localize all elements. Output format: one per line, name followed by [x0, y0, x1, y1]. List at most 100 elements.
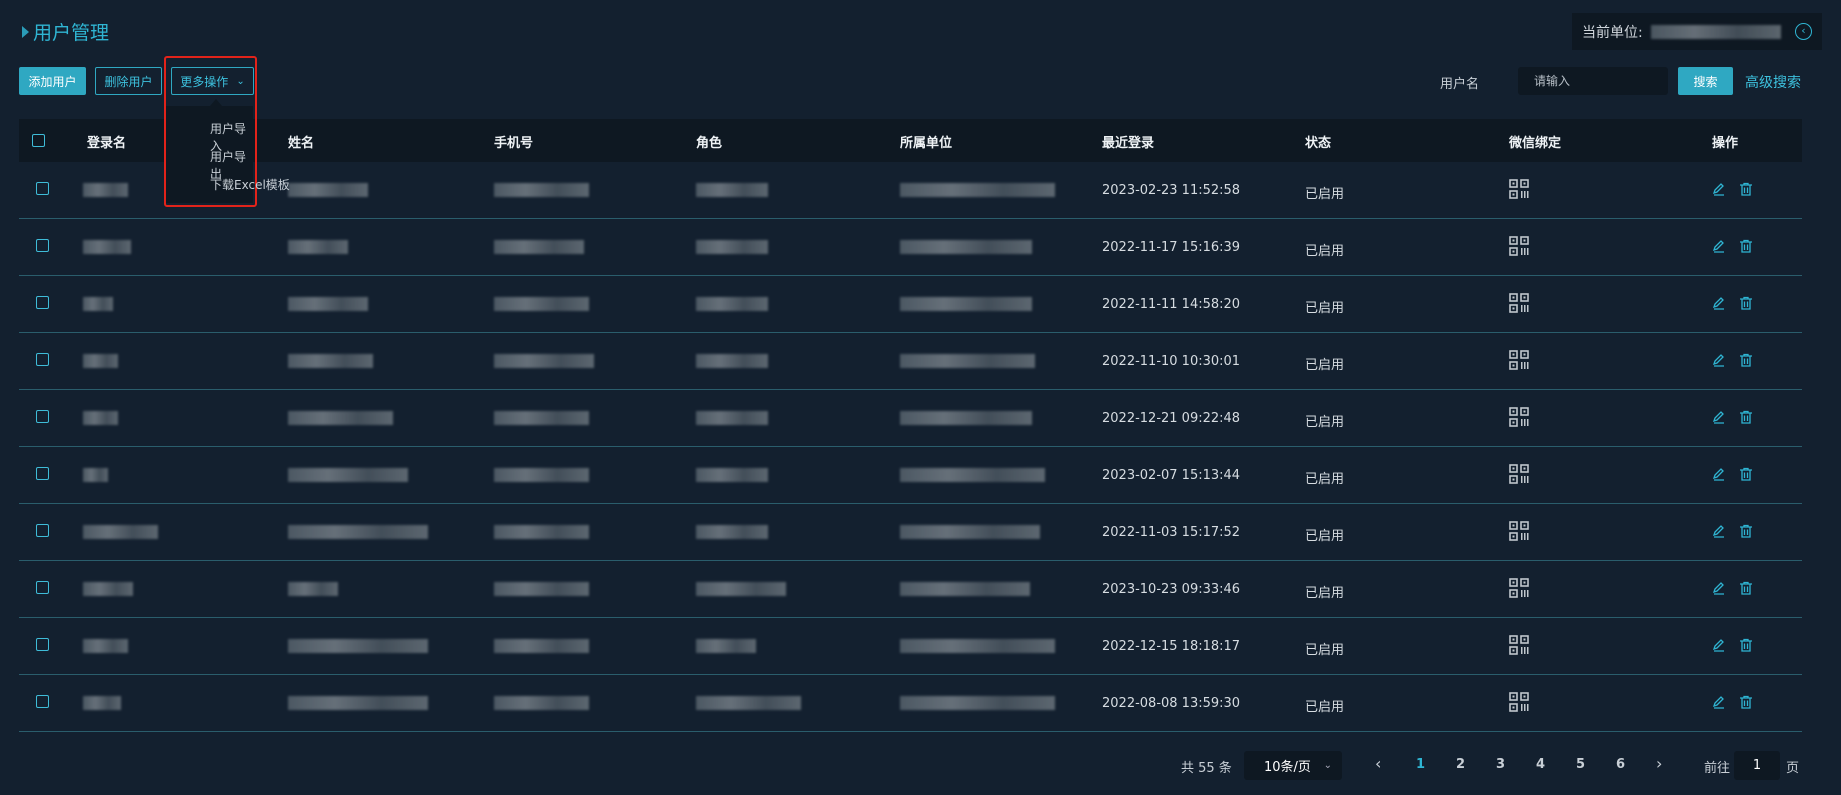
- table-row: 2023-10-23 09:33:46 已启用: [19, 561, 1802, 618]
- qr-code-icon[interactable]: [1509, 635, 1529, 655]
- edit-icon[interactable]: [1712, 695, 1726, 709]
- delete-icon[interactable]: [1739, 581, 1753, 595]
- redacted-cell: [494, 639, 589, 653]
- delete-icon[interactable]: [1739, 239, 1753, 253]
- delete-icon[interactable]: [1739, 638, 1753, 652]
- next-page-button[interactable]: ›: [1656, 754, 1662, 773]
- page-1-button[interactable]: 1: [1416, 757, 1425, 772]
- redacted-cell: [83, 639, 128, 653]
- menu-item-download-template[interactable]: 下载Excel模板: [210, 176, 290, 193]
- redacted-cell: [900, 183, 1055, 197]
- edit-icon[interactable]: [1712, 182, 1726, 196]
- edit-icon[interactable]: [1712, 410, 1726, 424]
- page-size-select[interactable]: 10条/页 ⌄: [1244, 751, 1342, 780]
- edit-icon[interactable]: [1712, 581, 1726, 595]
- status: 已启用: [1305, 529, 1345, 544]
- redacted-cell: [83, 240, 131, 254]
- page-5-button[interactable]: 5: [1576, 757, 1585, 772]
- redacted-cell: [288, 468, 408, 482]
- back-circle-icon[interactable]: ‹: [1795, 23, 1812, 40]
- qr-code-icon[interactable]: [1509, 293, 1529, 313]
- last-login: 2023-02-07 15:13:44: [1102, 468, 1241, 483]
- redacted-cell: [83, 354, 118, 368]
- table-row: 2023-02-07 15:13:44 已启用: [19, 447, 1802, 504]
- status: 已启用: [1305, 244, 1345, 259]
- row-checkbox[interactable]: [36, 695, 49, 708]
- table-row: 2022-11-17 15:16:39 已启用: [19, 219, 1802, 276]
- delete-icon[interactable]: [1739, 410, 1753, 424]
- redacted-cell: [288, 411, 393, 425]
- row-checkbox[interactable]: [36, 581, 49, 594]
- redacted-cell: [288, 297, 368, 311]
- last-login: 2022-11-03 15:17:52: [1102, 525, 1241, 540]
- goto-page-input[interactable]: 1: [1734, 751, 1780, 780]
- delete-user-button[interactable]: 删除用户: [95, 67, 162, 95]
- edit-icon[interactable]: [1712, 467, 1726, 481]
- status: 已启用: [1305, 700, 1345, 715]
- more-actions-button[interactable]: 更多操作 ⌄: [171, 67, 254, 95]
- redacted-cell: [288, 582, 338, 596]
- edit-icon[interactable]: [1712, 353, 1726, 367]
- redacted-cell: [696, 354, 768, 368]
- qr-code-icon[interactable]: [1509, 464, 1529, 484]
- redacted-cell: [494, 183, 589, 197]
- table-row: 2022-08-08 13:59:30 已启用: [19, 675, 1802, 732]
- row-checkbox[interactable]: [36, 296, 49, 309]
- col-last-login: 最近登录: [1102, 136, 1155, 151]
- prev-page-button[interactable]: ‹: [1375, 754, 1381, 773]
- page-6-button[interactable]: 6: [1616, 757, 1625, 772]
- row-checkbox[interactable]: [36, 638, 49, 651]
- row-checkbox[interactable]: [36, 353, 49, 366]
- delete-icon[interactable]: [1739, 182, 1753, 196]
- edit-icon[interactable]: [1712, 524, 1726, 538]
- redacted-cell: [83, 468, 108, 482]
- redacted-cell: [288, 525, 428, 539]
- qr-code-icon[interactable]: [1509, 350, 1529, 370]
- edit-icon[interactable]: [1712, 239, 1726, 253]
- last-login: 2022-11-11 14:58:20: [1102, 297, 1241, 312]
- delete-icon[interactable]: [1739, 296, 1753, 310]
- delete-icon[interactable]: [1739, 467, 1753, 481]
- row-checkbox[interactable]: [36, 410, 49, 423]
- qr-code-icon[interactable]: [1509, 407, 1529, 427]
- qr-code-icon[interactable]: [1509, 179, 1529, 199]
- redacted-cell: [900, 297, 1032, 311]
- qr-code-icon[interactable]: [1509, 578, 1529, 598]
- page-3-button[interactable]: 3: [1496, 757, 1505, 772]
- status: 已启用: [1305, 358, 1345, 373]
- redacted-cell: [696, 240, 768, 254]
- delete-icon[interactable]: [1739, 695, 1753, 709]
- row-checkbox[interactable]: [36, 467, 49, 480]
- row-checkbox[interactable]: [36, 182, 49, 195]
- redacted-cell: [696, 696, 801, 710]
- search-button[interactable]: 搜索: [1678, 67, 1733, 95]
- qr-code-icon[interactable]: [1509, 236, 1529, 256]
- redacted-cell: [288, 354, 373, 368]
- page-4-button[interactable]: 4: [1536, 757, 1545, 772]
- qr-code-icon[interactable]: [1509, 692, 1529, 712]
- edit-icon[interactable]: [1712, 296, 1726, 310]
- status: 已启用: [1305, 187, 1345, 202]
- page-2-button[interactable]: 2: [1456, 757, 1465, 772]
- select-all-checkbox[interactable]: [32, 134, 45, 147]
- last-login: 2022-12-15 18:18:17: [1102, 639, 1241, 654]
- advanced-search-link[interactable]: 高级搜索: [1745, 72, 1801, 92]
- qr-code-icon[interactable]: [1509, 521, 1529, 541]
- col-unit: 所属单位: [900, 136, 953, 151]
- redacted-cell: [494, 582, 589, 596]
- delete-icon[interactable]: [1739, 524, 1753, 538]
- delete-icon[interactable]: [1739, 353, 1753, 367]
- add-user-button[interactable]: 添加用户: [19, 67, 86, 95]
- goto-suffix: 页: [1786, 761, 1800, 776]
- row-checkbox[interactable]: [36, 524, 49, 537]
- row-checkbox[interactable]: [36, 239, 49, 252]
- current-unit: 当前单位: ‹: [1572, 13, 1822, 50]
- redacted-cell: [83, 411, 118, 425]
- table-row: 2022-11-10 10:30:01 已启用: [19, 333, 1802, 390]
- username-search-input[interactable]: [1518, 67, 1668, 95]
- redacted-cell: [494, 297, 589, 311]
- status: 已启用: [1305, 643, 1345, 658]
- redacted-cell: [288, 696, 428, 710]
- edit-icon[interactable]: [1712, 638, 1726, 652]
- last-login: 2022-11-10 10:30:01: [1102, 354, 1241, 369]
